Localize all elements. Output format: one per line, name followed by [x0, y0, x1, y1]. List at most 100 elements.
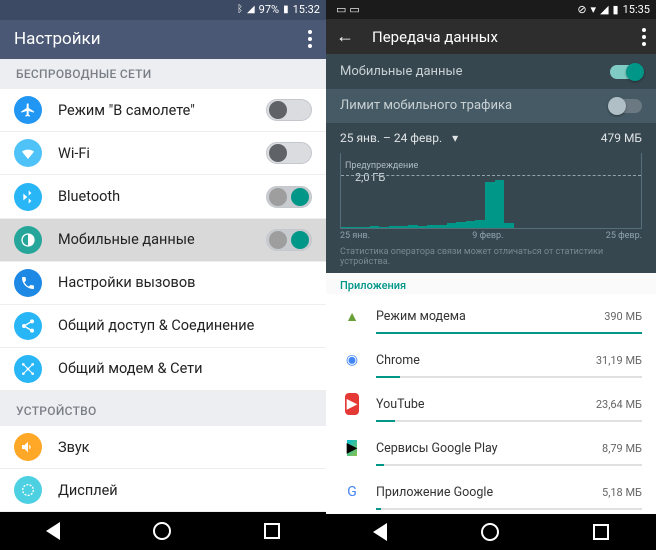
wifi-icon: ▾ [591, 3, 597, 16]
usage-chart[interactable]: Предупреждение 2,0 ГБ 25 янв. 9 февр. 25… [326, 153, 656, 245]
bluetooth-status-icon: ᛒ [237, 4, 243, 15]
app-usage: 31,19 МБ [596, 354, 642, 367]
app-usage-bar [376, 420, 642, 422]
page-title: Настройки [14, 29, 101, 49]
app-name: YouTube [376, 397, 584, 412]
data-limit-switch[interactable] [610, 99, 642, 113]
do-not-disturb-icon: ⊘ [577, 3, 586, 16]
row-label: Общий доступ & Соединение [58, 317, 312, 334]
total-usage: 479 МБ [601, 131, 642, 145]
apps-list: ▲Режим модема390 МБ ◉ Chrome 31,19 МБ ▶ YouTu… [326, 294, 656, 514]
row-sound[interactable]: Звук [0, 426, 326, 469]
nav-home-button[interactable] [481, 523, 499, 541]
speaker-icon [14, 433, 42, 461]
app-icon: ◉ [340, 348, 364, 372]
row-label: Bluetooth [58, 188, 266, 205]
section-header-device: УСТРОЙСТВО [0, 396, 326, 426]
signal-icon: ◢ [600, 3, 608, 16]
overflow-menu-icon[interactable] [308, 30, 312, 48]
date-range-row[interactable]: 25 янв. – 24 февр. ▾ 479 МБ [326, 123, 656, 154]
right-phone: ▭▭ ⊘ ▾ ◢ ▮ 15:35 ← Передача данных Мобил… [326, 0, 656, 550]
app-usage: 8,79 МБ [602, 442, 642, 455]
signal-icon: ◢ [247, 4, 255, 15]
app-usage-bar [376, 376, 642, 378]
app-row[interactable]: ◉ Chrome 31,19 МБ [326, 338, 656, 382]
row-mobile-data[interactable]: Мобильные данные [0, 219, 326, 262]
share-icon [14, 312, 42, 340]
toggle-label: Мобильные данные [340, 64, 463, 79]
app-row[interactable]: ▶ YouTube 23,64 МБ [326, 382, 656, 426]
app-row[interactable]: G Приложение Google 5,18 МБ [326, 470, 656, 514]
status-time: 15:35 [623, 3, 650, 16]
app-name: Приложение Google [376, 485, 590, 500]
overflow-menu-icon[interactable] [642, 28, 646, 46]
data-limit-toggle-row[interactable]: Лимит мобильного трафика [326, 89, 656, 123]
row-label: Общий модем & Сети [58, 360, 312, 377]
row-modem-networks[interactable]: Общий модем & Сети [0, 348, 326, 391]
row-display[interactable]: Дисплей [0, 469, 326, 512]
chart-bars [341, 168, 641, 228]
app-icon: ▶ [340, 436, 364, 460]
page-title: Передача данных [372, 28, 624, 46]
app-usage-bar [376, 464, 642, 466]
row-label: Дисплей [58, 482, 312, 499]
status-bar: ᛒ ◢ 97% ▮ 15:32 [0, 0, 326, 20]
notification-icon: ▭ [349, 3, 359, 16]
app-usage-bar [376, 508, 642, 510]
battery-icon: ▮ [613, 3, 619, 16]
row-label: Wi-Fi [58, 145, 266, 162]
battery-pct: 97% [259, 3, 279, 16]
row-share-connect[interactable]: Общий доступ & Соединение [0, 305, 326, 348]
nav-recents-button[interactable] [264, 523, 280, 539]
app-name: Сервисы Google Play [376, 441, 590, 456]
chart-x-axis: 25 янв. 9 февр. 25 февр. [340, 229, 642, 241]
row-label: Настройки вызовов [58, 274, 312, 291]
row-call-settings[interactable]: Настройки вызовов [0, 262, 326, 305]
app-usage: 390 МБ [604, 310, 642, 323]
left-phone: ᛒ ◢ 97% ▮ 15:32 Настройки БЕСПРОВОДНЫЕ С… [0, 0, 326, 550]
app-bar: ← Передача данных [326, 19, 656, 55]
app-icon: G [340, 480, 364, 504]
app-name: Chrome [376, 353, 584, 368]
wifi-icon [14, 139, 42, 167]
mobile-data-switch[interactable] [610, 65, 642, 79]
row-label: Звук [58, 439, 312, 456]
app-usage-bar [376, 332, 642, 334]
airplane-icon [14, 96, 42, 124]
bluetooth-icon [14, 183, 42, 211]
mobile-data-toggle[interactable] [266, 229, 312, 251]
hub-icon [14, 355, 42, 383]
row-wifi[interactable]: Wi-Fi [0, 132, 326, 175]
app-usage: 5,18 МБ [602, 486, 642, 499]
row-label: Режим "В самолете" [58, 102, 266, 119]
phone-icon [14, 269, 42, 297]
airplane-toggle[interactable] [266, 99, 312, 121]
row-airplane[interactable]: Режим "В самолете" [0, 89, 326, 132]
app-row[interactable]: ▲Режим модема390 МБ [326, 294, 656, 338]
back-button[interactable]: ← [336, 26, 354, 47]
nav-bar [0, 512, 326, 550]
app-bar: Настройки [0, 20, 326, 59]
app-icon: ▶ [340, 392, 364, 416]
mobile-data-toggle-row[interactable]: Мобильные данные [326, 54, 656, 88]
status-time: 15:32 [293, 3, 320, 16]
section-header-wireless: БЕСПРОВОДНЫЕ СЕТИ [0, 59, 326, 89]
app-usage: 23,64 МБ [596, 398, 642, 411]
nav-back-button[interactable] [46, 522, 60, 540]
nav-recents-button[interactable] [593, 524, 609, 540]
mobile-data-icon [14, 226, 42, 254]
nav-home-button[interactable] [153, 522, 171, 540]
wifi-toggle[interactable] [266, 142, 312, 164]
nav-bar [326, 514, 656, 550]
app-icon: ▲ [340, 304, 364, 328]
row-bluetooth[interactable]: Bluetooth [0, 175, 326, 218]
dropdown-icon[interactable]: ▾ [452, 131, 458, 145]
nav-back-button[interactable] [373, 523, 387, 541]
row-label: Мобильные данные [58, 231, 266, 248]
app-row[interactable]: ▶ Сервисы Google Play 8,79 МБ [326, 426, 656, 470]
notification-icon: ▭ [336, 3, 346, 16]
bluetooth-toggle[interactable] [266, 186, 312, 208]
display-icon [14, 476, 42, 504]
apps-section-header: Приложения [326, 273, 656, 294]
toggle-label: Лимит мобильного трафика [340, 98, 512, 113]
